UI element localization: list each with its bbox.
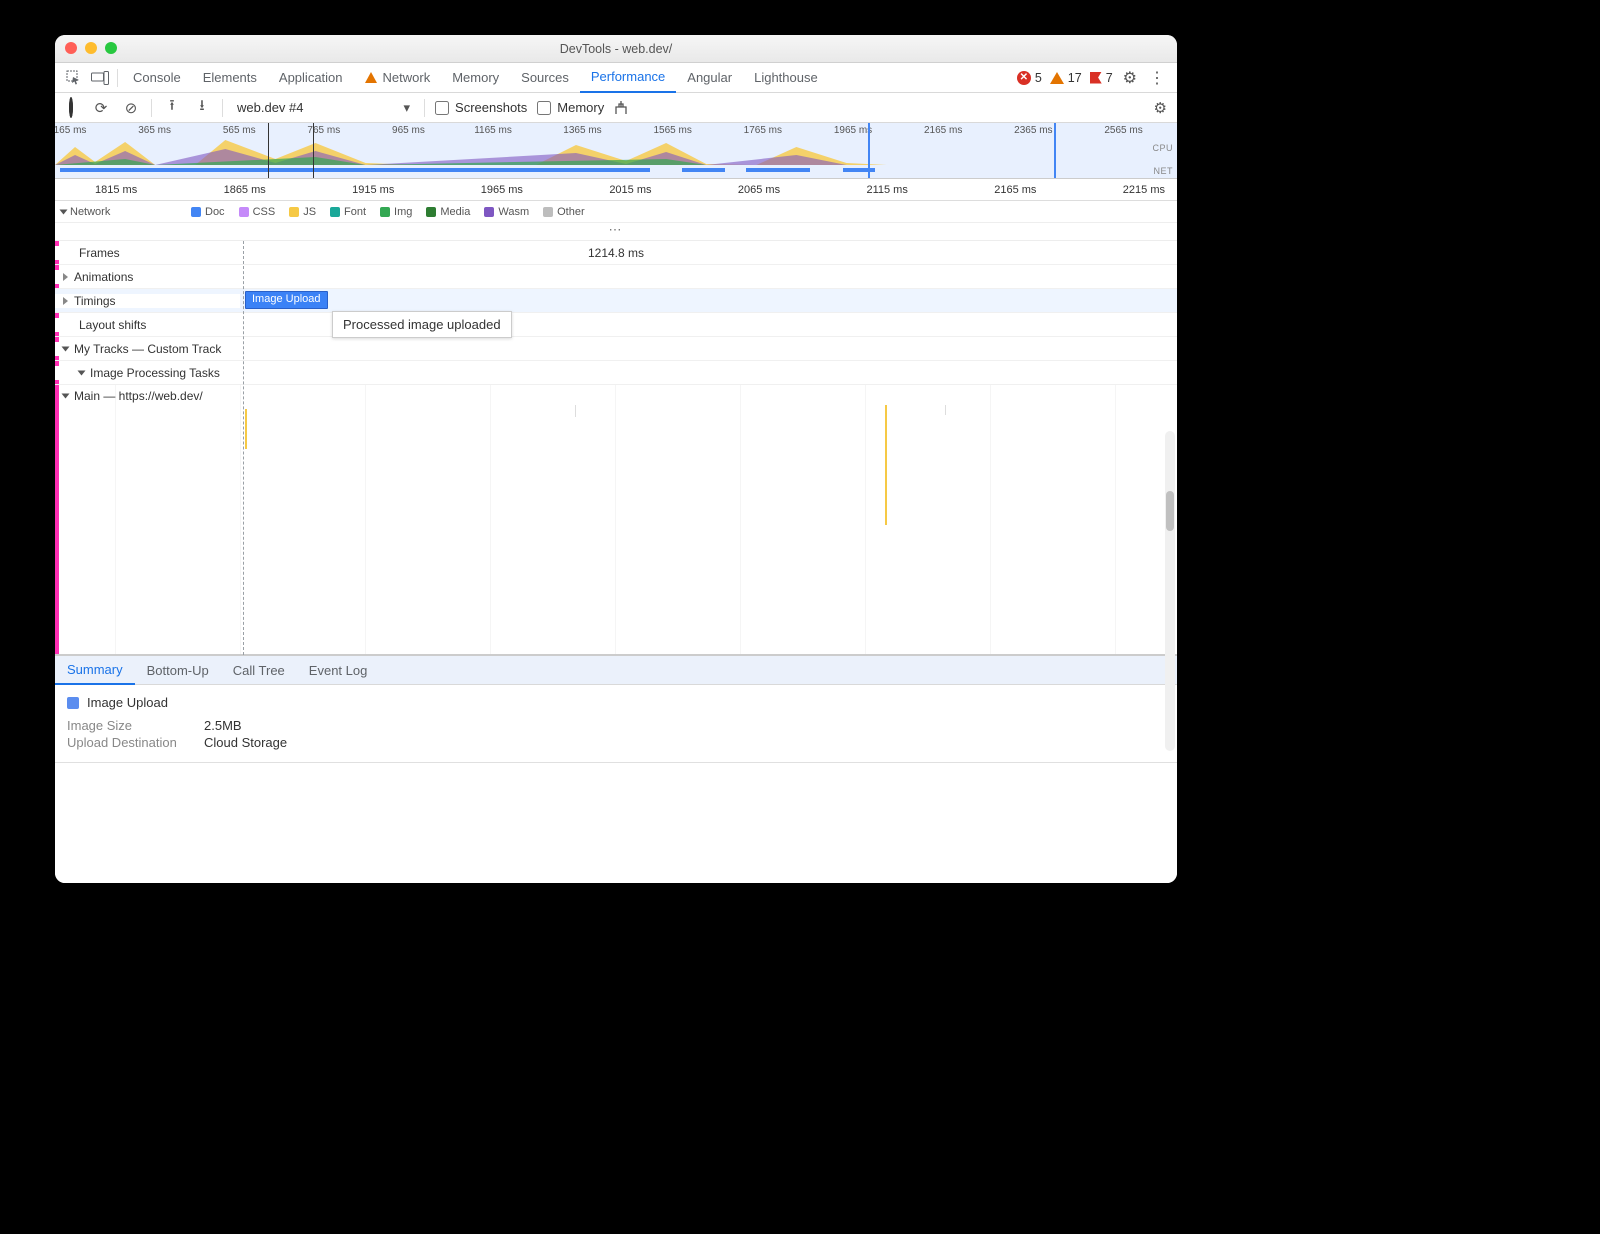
task-blip bbox=[575, 405, 576, 417]
tab-lighthouse[interactable]: Lighthouse bbox=[743, 63, 829, 93]
empty-area bbox=[55, 763, 1177, 883]
flamechart[interactable]: Frames 1214.8 ms Animations Timings Imag… bbox=[55, 241, 1177, 655]
overview-cursor bbox=[268, 123, 269, 178]
collapse-icon[interactable] bbox=[62, 346, 70, 351]
timings-track[interactable]: Timings Image Upload Processed image upl… bbox=[55, 289, 1177, 313]
vertical-scrollbar[interactable] bbox=[1165, 431, 1175, 751]
custom-track-sub[interactable]: Image Processing Tasks bbox=[55, 361, 1177, 385]
collapsed-indicator[interactable]: ⋯ bbox=[55, 223, 1177, 241]
tab-sources[interactable]: Sources bbox=[510, 63, 580, 93]
legend-item: Media bbox=[426, 206, 470, 218]
legend-item: JS bbox=[289, 206, 316, 218]
frame-duration: 1214.8 ms bbox=[588, 246, 644, 260]
divider bbox=[117, 69, 118, 87]
network-legend: Doc CSS JS Font Img Media Wasm Other bbox=[191, 206, 585, 218]
legend-item: CSS bbox=[239, 206, 276, 218]
profile-select[interactable]: web.dev #4 ▾ bbox=[233, 98, 414, 118]
summary-row: Upload Destination Cloud Storage bbox=[67, 735, 1165, 750]
detail-tab-summary[interactable]: Summary bbox=[55, 655, 135, 685]
overview-cursor bbox=[313, 123, 314, 178]
expand-icon[interactable] bbox=[63, 273, 68, 281]
time-cursor bbox=[243, 241, 244, 655]
cpu-overview[interactable]: 165 ms365 ms565 ms765 ms965 ms1165 ms136… bbox=[55, 123, 1177, 179]
detail-tab-call-tree[interactable]: Call Tree bbox=[221, 655, 297, 685]
animations-track[interactable]: Animations bbox=[55, 265, 1177, 289]
task-blip bbox=[945, 405, 946, 415]
legend-item: Doc bbox=[191, 206, 225, 218]
color-swatch bbox=[67, 697, 79, 709]
more-menu-icon[interactable]: ⋮ bbox=[1143, 68, 1171, 88]
perf-toolbar: ⟳ ⊘ ⭱ ⭳ web.dev #4 ▾ Screenshots Memory … bbox=[55, 93, 1177, 123]
memory-checkbox[interactable]: Memory bbox=[537, 100, 604, 115]
main-thread-track[interactable]: Main — https://web.dev/ bbox=[55, 385, 1177, 655]
collapse-icon[interactable] bbox=[78, 370, 86, 375]
summary-title: Image Upload bbox=[67, 695, 1165, 710]
window-maximize-icon[interactable] bbox=[105, 42, 117, 54]
flags-badge[interactable]: 7 bbox=[1090, 71, 1113, 85]
warnings-badge[interactable]: 17 bbox=[1050, 71, 1082, 85]
window-title: DevTools - web.dev/ bbox=[560, 42, 673, 56]
detail-tab-bottom-up[interactable]: Bottom-Up bbox=[135, 655, 221, 685]
panel-tabstrip: Console Elements Application Network Mem… bbox=[55, 63, 1177, 93]
tab-elements[interactable]: Elements bbox=[192, 63, 268, 93]
cpu-chart bbox=[55, 137, 1137, 165]
tab-application[interactable]: Application bbox=[268, 63, 354, 93]
window-minimize-icon[interactable] bbox=[85, 42, 97, 54]
tab-memory[interactable]: Memory bbox=[441, 63, 510, 93]
reload-icon[interactable]: ⟳ bbox=[91, 99, 111, 117]
window-close-icon[interactable] bbox=[65, 42, 77, 54]
expand-icon[interactable] bbox=[63, 297, 68, 305]
errors-badge[interactable]: ✕5 bbox=[1017, 71, 1042, 85]
devtools-window: DevTools - web.dev/ Console Elements App… bbox=[55, 35, 1177, 883]
summary-row: Image Size 2.5MB bbox=[67, 718, 1165, 733]
legend-item: Other bbox=[543, 206, 585, 218]
tab-network[interactable]: Network bbox=[354, 63, 442, 93]
network-track-header[interactable]: Network DocCSSJSFontImgMediaWasmOther bbox=[55, 201, 1177, 223]
record-button[interactable] bbox=[61, 99, 81, 116]
inspect-icon[interactable] bbox=[61, 65, 87, 91]
flag-icon bbox=[1090, 72, 1102, 84]
screenshots-checkbox[interactable]: Screenshots bbox=[435, 100, 527, 115]
device-toggle-icon[interactable] bbox=[87, 65, 113, 91]
scrollbar-thumb[interactable] bbox=[1166, 491, 1174, 531]
frames-track[interactable]: Frames 1214.8 ms bbox=[55, 241, 1177, 265]
collect-garbage-icon[interactable] bbox=[614, 101, 634, 115]
clear-icon[interactable]: ⊘ bbox=[121, 99, 141, 117]
collapse-icon[interactable] bbox=[60, 209, 68, 214]
perf-settings-gear-icon[interactable]: ⚙ bbox=[1154, 99, 1167, 117]
detail-tabstrip: Summary Bottom-Up Call Tree Event Log bbox=[55, 655, 1177, 685]
chevron-down-icon: ▾ bbox=[404, 100, 411, 116]
net-label: NET bbox=[1154, 166, 1174, 176]
legend-item: Font bbox=[330, 206, 366, 218]
download-icon[interactable]: ⭳ bbox=[192, 95, 212, 120]
net-overview-bars bbox=[60, 168, 1132, 172]
tab-console[interactable]: Console bbox=[122, 63, 192, 93]
detail-ruler[interactable]: 1815 ms1865 ms1915 ms1965 ms2015 ms2065 … bbox=[55, 179, 1177, 201]
titlebar: DevTools - web.dev/ bbox=[55, 35, 1177, 63]
timing-entry-image-upload[interactable]: Image Upload bbox=[245, 291, 328, 309]
legend-item: Wasm bbox=[484, 206, 529, 218]
upload-icon[interactable]: ⭱ bbox=[162, 95, 182, 120]
tab-performance[interactable]: Performance bbox=[580, 63, 676, 93]
legend-item: Img bbox=[380, 206, 412, 218]
traffic-lights bbox=[65, 42, 117, 54]
status-badges: ✕5 17 7 bbox=[1017, 71, 1113, 85]
detail-tab-event-log[interactable]: Event Log bbox=[297, 655, 380, 685]
overview-ticks: 165 ms365 ms565 ms765 ms965 ms1165 ms136… bbox=[55, 125, 1177, 136]
layout-shifts-track[interactable]: Layout shifts bbox=[55, 313, 1177, 337]
tooltip: Processed image uploaded bbox=[332, 311, 512, 338]
custom-track[interactable]: My Tracks — Custom Track bbox=[55, 337, 1177, 361]
summary-panel: Image Upload Image Size 2.5MB Upload Des… bbox=[55, 685, 1177, 763]
error-icon: ✕ bbox=[1017, 71, 1031, 85]
cpu-label: CPU bbox=[1152, 143, 1173, 153]
overview-marker bbox=[1054, 123, 1056, 178]
overview-marker bbox=[868, 123, 870, 178]
settings-gear-icon[interactable]: ⚙ bbox=[1117, 68, 1143, 88]
task-blip bbox=[245, 409, 247, 449]
warning-icon bbox=[1050, 72, 1064, 84]
tab-angular[interactable]: Angular bbox=[676, 63, 743, 93]
collapse-icon[interactable] bbox=[62, 394, 70, 399]
task-blip bbox=[885, 405, 887, 525]
